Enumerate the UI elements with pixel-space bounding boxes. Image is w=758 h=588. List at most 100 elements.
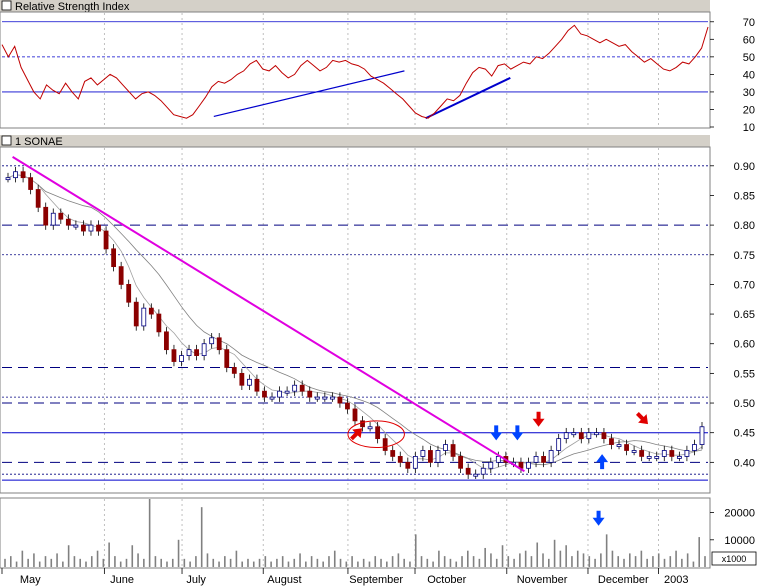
candle-body (118, 266, 124, 285)
candle-body (292, 384, 298, 392)
volume-axis-ticks: 10000 20000 (710, 508, 755, 547)
candle-body (28, 177, 34, 190)
candle-body (5, 177, 11, 181)
candle-body (488, 461, 494, 469)
candle-body (541, 456, 546, 463)
candle-body (699, 426, 705, 445)
price-tick-label: 0.40 (734, 457, 755, 469)
price-plot-area (0, 146, 711, 494)
candle-body (322, 396, 328, 400)
volume-plot-area (0, 497, 711, 569)
candle-body (367, 426, 373, 430)
candle-body (495, 456, 501, 463)
candle-body (390, 450, 396, 457)
candle-body (661, 450, 667, 457)
volume-unit: x1000 (722, 554, 747, 564)
rsi-tick-label: 40 (743, 69, 755, 81)
month-label: July (186, 574, 206, 586)
rsi-tick-label: 70 (743, 17, 755, 29)
candle-body (43, 206, 49, 226)
candle-body (480, 467, 486, 475)
candle-body (314, 396, 320, 400)
candle-body (420, 450, 426, 457)
candle-body (277, 390, 282, 398)
volume-tick-label: 10000 (724, 535, 755, 547)
candle-body (465, 467, 471, 475)
candle-body (224, 349, 230, 368)
candle-body (458, 456, 464, 469)
price-tick-label: 0.90 (734, 161, 755, 173)
price-tick-label: 0.85 (734, 190, 755, 202)
rsi-tick-label: 50 (743, 52, 755, 64)
candle-body (669, 450, 675, 457)
candle-body (111, 248, 117, 268)
price-title-bar (0, 135, 710, 147)
candle-body (624, 444, 629, 451)
candle-body (601, 432, 607, 440)
price-tick-label: 0.45 (734, 428, 755, 440)
candle-body (526, 461, 531, 469)
candle-body (375, 426, 381, 440)
candle-body (578, 432, 584, 440)
month-label: October (427, 574, 466, 586)
month-label: December (598, 574, 649, 586)
candle-body (337, 396, 343, 404)
candle-body (171, 349, 177, 362)
candle-body (209, 337, 215, 345)
price-tick-label: 0.50 (734, 398, 755, 410)
candle-body (156, 313, 162, 333)
candle-body (284, 390, 290, 394)
rsi-tick-label: 60 (743, 34, 755, 46)
candle-body (186, 349, 192, 356)
candle-body (88, 224, 94, 232)
month-label: June (110, 574, 134, 586)
candle-body (299, 384, 305, 392)
candle-body (631, 450, 637, 453)
candle-body (103, 230, 109, 250)
candle-body (329, 396, 335, 400)
candle-body (58, 212, 64, 220)
rsi-plot-area (0, 11, 711, 129)
candle-body (684, 450, 690, 457)
month-label: May (20, 574, 41, 586)
rsi-axis-ticks: 10 20 30 40 50 60 70 (710, 17, 755, 134)
chart-window: Relative Strength Index 10 20 30 40 50 60 70 1… (0, 0, 758, 588)
candle-body (73, 224, 79, 228)
rsi-panel-icon (1, 0, 12, 11)
candle-body (692, 444, 697, 451)
rsi-tick-label: 10 (743, 122, 755, 134)
candle-body (676, 456, 682, 459)
candle-body (96, 224, 101, 232)
candle-body (194, 349, 199, 356)
candle-body (609, 438, 614, 445)
month-labels: May June July August September October Novembe… (1, 568, 688, 586)
candle-body (428, 450, 433, 463)
candle-body (133, 301, 139, 327)
candle-body (179, 355, 184, 362)
price-panel-icon (1, 135, 12, 146)
candle-body (563, 432, 569, 440)
candle-body (65, 218, 71, 226)
candle-body (345, 402, 350, 410)
candle-body (254, 378, 260, 392)
candle-body (35, 189, 41, 208)
price-tick-label: 0.60 (734, 339, 755, 351)
candle-body (412, 456, 418, 469)
candle-body (443, 444, 448, 451)
candle-body (216, 337, 222, 351)
candle-body (586, 432, 592, 440)
candle-body (20, 171, 26, 179)
price-tick-label: 0.80 (734, 220, 755, 232)
candle-body (473, 473, 479, 477)
candle-body (352, 408, 358, 422)
price-tick-label: 0.70 (734, 279, 755, 291)
candle-body (13, 171, 18, 179)
month-label: September (349, 574, 403, 586)
candle-body (533, 456, 539, 463)
candle-body (646, 456, 652, 459)
candle-body (593, 432, 599, 436)
price-tick-label: 0.55 (734, 368, 755, 380)
rsi-title: Relative Strength Index (15, 1, 130, 13)
candle-body (126, 284, 132, 303)
candle-body (239, 372, 245, 386)
